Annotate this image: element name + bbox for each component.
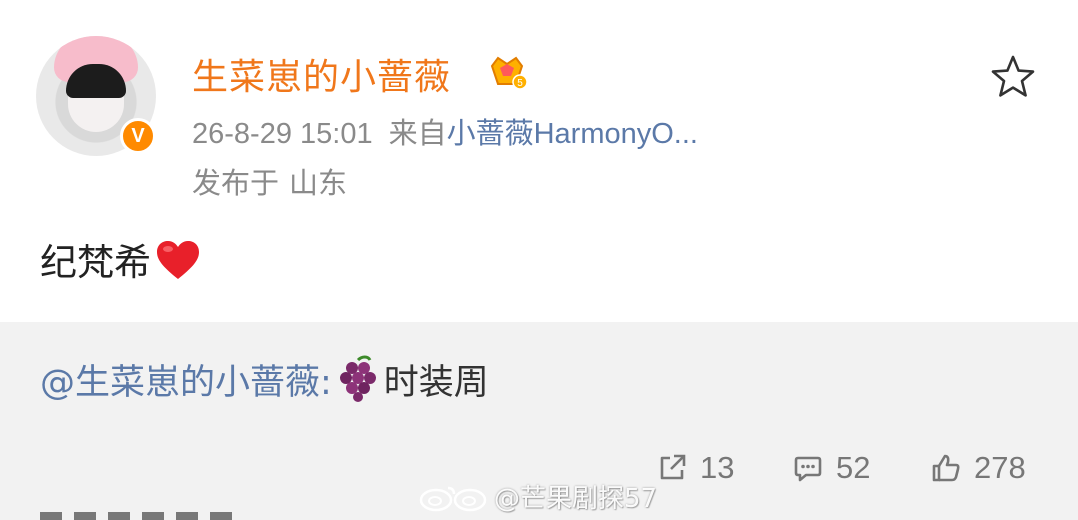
crown-gem-icon[interactable]: 5 [486, 50, 528, 92]
repost-button[interactable]: 13 [656, 446, 734, 490]
vip-level: 5 [517, 78, 523, 89]
comment-count: 52 [836, 450, 871, 485]
post-source-link[interactable]: 小蔷薇HarmonyO... [447, 118, 698, 150]
weibo-watermark: @芒果剧探57 [418, 478, 657, 515]
post-meta: 26-8-29 15:01 来自小蔷薇HarmonyO... [192, 110, 698, 152]
repost-text: 时装周 [383, 363, 489, 403]
location-label: 发布于 [192, 166, 280, 200]
post-time: 26-8-29 15:01 [192, 118, 373, 150]
weibo-logo-icon [419, 486, 487, 511]
repost-content: @生菜崽的小蔷薇: 时装周 [40, 354, 489, 405]
share-icon [660, 454, 686, 480]
repost-mention-link[interactable]: @生菜崽的小蔷薇: [40, 363, 332, 403]
source-prefix: 来自 [388, 118, 447, 150]
author-name[interactable]: 生菜崽的小蔷薇 [192, 48, 451, 100]
heart-icon [157, 241, 199, 279]
post-content: 纪梵希 [40, 232, 201, 286]
weibo-post: V 生菜崽的小蔷薇 5 26-8-29 15:01 来自小蔷薇HarmonyO..… [0, 0, 1078, 520]
comment-icon [794, 456, 822, 482]
like-count: 278 [974, 450, 1026, 485]
thumbs-up-icon [932, 454, 960, 482]
post-text: 纪梵希 [40, 241, 151, 284]
like-button[interactable]: 278 [930, 446, 1026, 490]
comment-button[interactable]: 52 [792, 446, 870, 490]
watermark-text: @芒果剧探57 [494, 484, 658, 514]
next-post-fragment [40, 512, 240, 520]
repost-count: 13 [700, 450, 735, 485]
grape-icon [339, 355, 376, 402]
post-location: 发布于 山东 [192, 160, 357, 202]
avatar[interactable]: V [36, 36, 156, 156]
repost-card[interactable]: @生菜崽的小蔷薇: 时装周 13 52 278 @芒果剧探57 [0, 322, 1078, 520]
location-value: 山东 [289, 166, 348, 200]
verified-badge-icon: V [120, 118, 156, 154]
star-icon[interactable] [988, 52, 1038, 102]
